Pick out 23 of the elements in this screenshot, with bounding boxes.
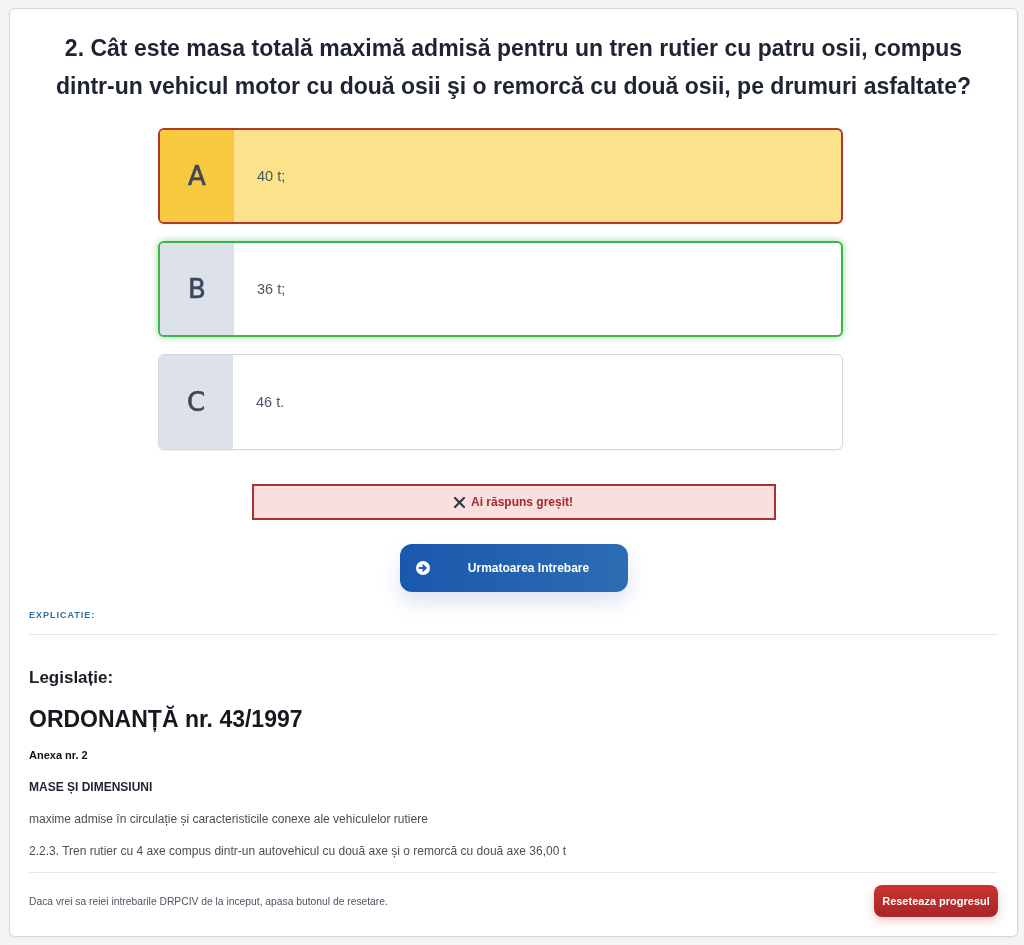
option-letter: B <box>160 243 234 335</box>
ordinance-title: ORDONANȚĂ nr. 43/1997 <box>29 705 304 733</box>
section-heading: MASE ȘI DIMENSIUNI <box>29 779 154 795</box>
answer-text: 40 t; <box>256 168 286 184</box>
result-text: Ai răspuns greșit! <box>471 495 573 509</box>
answer-option[interactable]: C 46 t. <box>158 354 843 450</box>
explanation-label: EXPLICATIE: <box>29 610 96 621</box>
answer-option[interactable]: B 36 t; <box>158 241 843 337</box>
footer-note: Daca vrei sa reiei intrebarile DRPCIV de la inceput, apasa butonul de resetare. <box>29 895 388 907</box>
annex-label: Anexa nr. 2 <box>29 748 89 763</box>
legislation-heading: Legislație: <box>29 668 115 688</box>
option-letter: A <box>160 130 234 222</box>
next-question-button[interactable]: Urmatoarea Intrebare <box>399 544 628 592</box>
paragraph-text: maxime admise în circulație și caracteristicile conexe ale vehiculelor rutiere <box>29 811 429 827</box>
answer-text: 46 t. <box>255 394 285 410</box>
answer-text: 36 t; <box>256 281 286 297</box>
reset-button[interactable]: Reseteaza progresul <box>874 885 998 917</box>
answer-option[interactable]: A 40 t; <box>158 128 843 224</box>
arrow-circle-icon <box>415 561 430 575</box>
option-letter: C <box>159 355 233 449</box>
cross-icon <box>454 496 465 508</box>
paragraph-text: 2.2.3. Tren rutier cu 4 axe compus dintr-un autovehicul cu două axe și o remorcă cu două axe 36,00 t <box>29 843 567 859</box>
question-title: 2. Cât este masa totală maximă admisă pentru un tren rutier cu patru osii, compus dintr-un vehicul motor cu două osii şi o remorcă cu două osii, pe drumuri asfaltate? <box>54 34 972 101</box>
